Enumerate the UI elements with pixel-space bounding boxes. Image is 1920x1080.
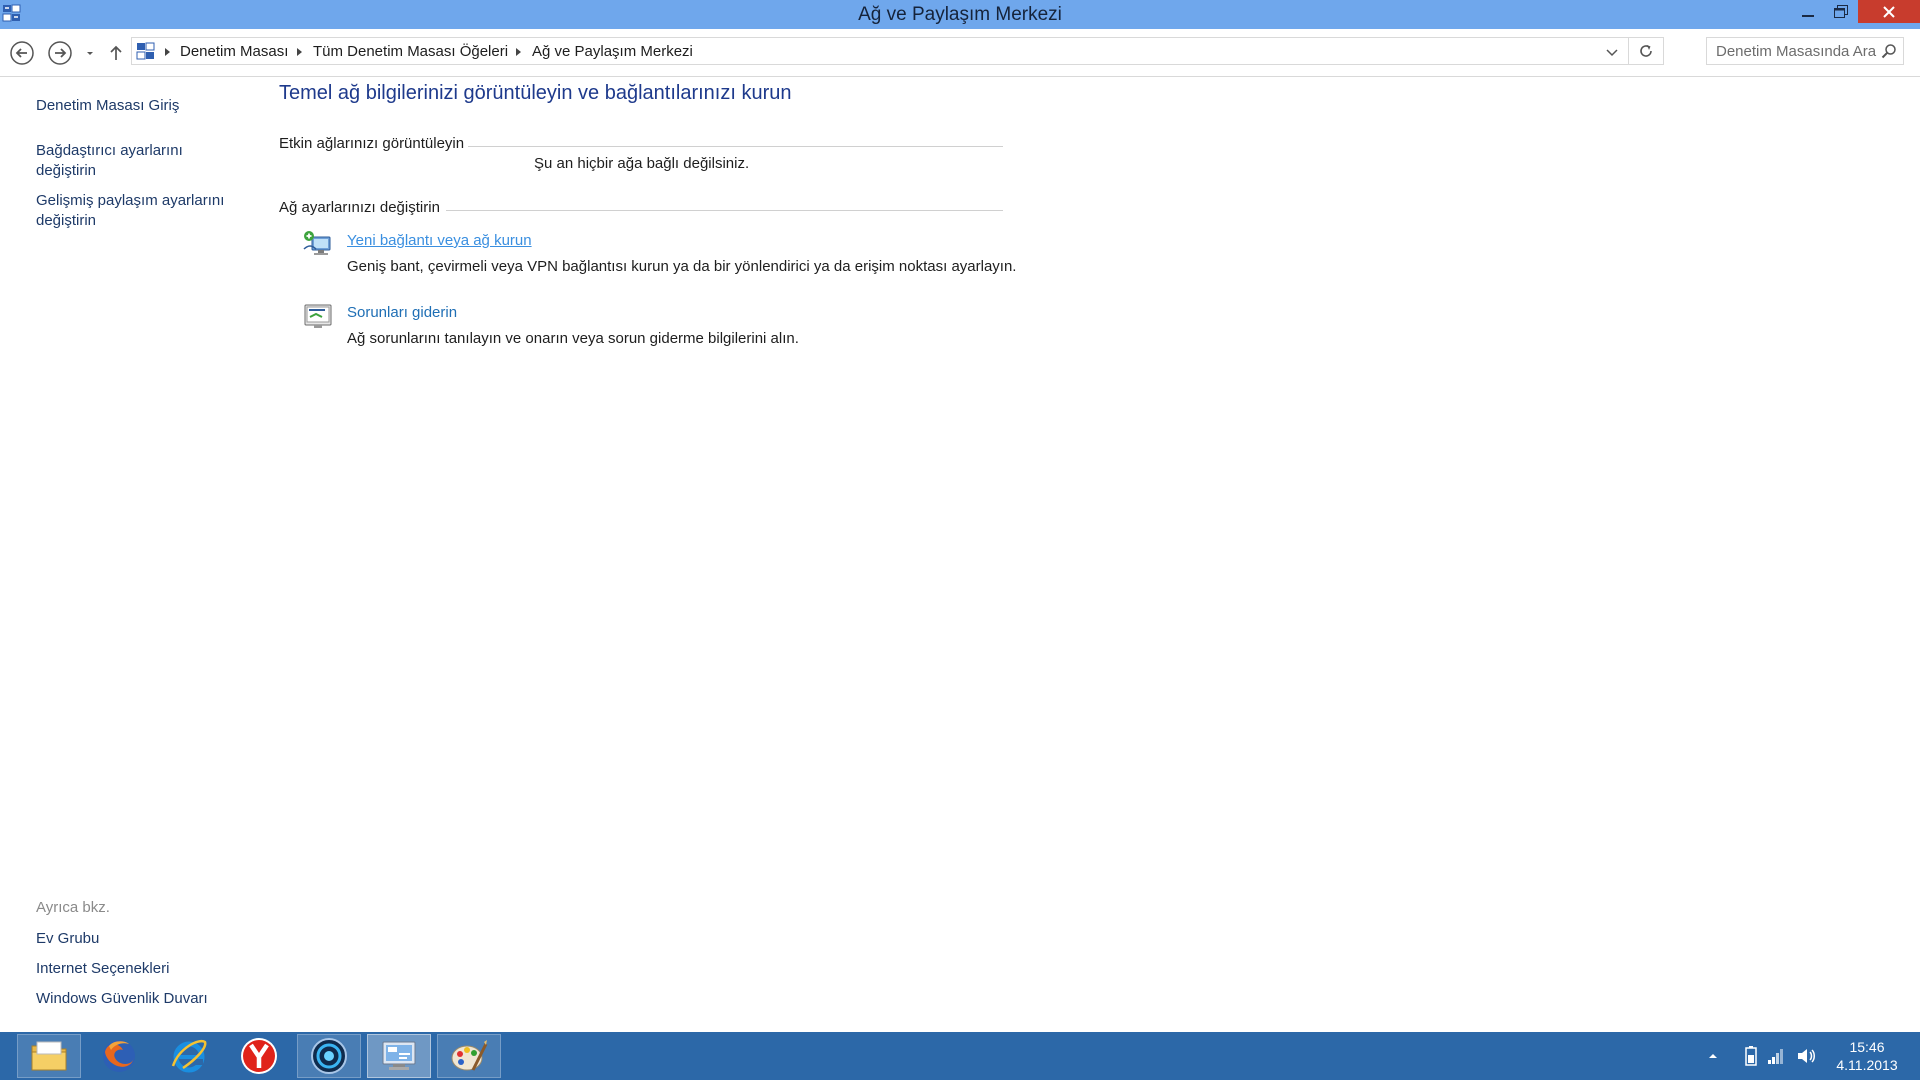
address-history-chevron-icon[interactable]: [1603, 43, 1621, 61]
taskbar-yandex-browser[interactable]: [227, 1034, 291, 1078]
link-line: değiştirin: [36, 212, 97, 229]
troubleshoot-problems-description: Ağ sorunlarını tanılayın ve onarın veya …: [347, 330, 799, 347]
link-line: Bağdaştırıcı ayarlarını: [36, 142, 183, 159]
taskbar: 15:46 4.11.2013: [0, 1032, 1920, 1080]
control-panel-icon: [382, 1041, 416, 1070]
back-button[interactable]: [8, 39, 36, 67]
refresh-button[interactable]: [1628, 38, 1663, 64]
link-line: Gelişmiş paylaşım ayarlarını: [36, 192, 225, 209]
forward-button[interactable]: [46, 39, 74, 67]
breadcrumb-separator-icon[interactable]: [516, 48, 521, 56]
breadcrumb-separator-icon[interactable]: [297, 48, 302, 56]
breadcrumb-control-panel[interactable]: Denetim Masası: [180, 43, 288, 60]
up-arrow-icon: [110, 45, 122, 60]
minimize-button[interactable]: [1793, 0, 1823, 23]
search-box[interactable]: Denetim Masasında Ara: [1706, 37, 1904, 65]
taskbar-internet-explorer[interactable]: [157, 1034, 221, 1078]
internet-explorer-icon: [171, 1039, 207, 1073]
close-icon: [1883, 5, 1895, 18]
restore-icon: [1834, 4, 1848, 18]
taskbar-media-player[interactable]: [297, 1034, 361, 1078]
yandex-browser-icon: [241, 1038, 277, 1074]
left-navigation-pane: Denetim Masası Giriş Bağdaştırıcı ayarla…: [0, 77, 250, 1032]
forward-arrow-icon: [48, 41, 72, 65]
clock-date: 4.11.2013: [1836, 1057, 1898, 1073]
refresh-icon: [1640, 45, 1652, 57]
volume-icon: [1798, 1049, 1815, 1063]
breadcrumb-network-sharing-center[interactable]: Ağ ve Paylaşım Merkezi: [532, 43, 693, 60]
network-setup-icon: [303, 231, 331, 255]
system-clock[interactable]: 15:46 4.11.2013: [1822, 1038, 1912, 1074]
up-button[interactable]: [103, 39, 129, 67]
network-icon: [1768, 1049, 1783, 1064]
change-advanced-sharing-link[interactable]: Gelişmiş paylaşım ayarlarını değiştirin: [36, 191, 224, 231]
navigation-bar: Denetim Masası Tüm Denetim Masası Öğeler…: [0, 29, 1920, 77]
address-bar[interactable]: Denetim Masası Tüm Denetim Masası Öğeler…: [131, 37, 1664, 65]
title-bar: Ağ ve Paylaşım Merkezi: [0, 0, 1920, 29]
show-hidden-icons-icon: [1709, 1054, 1717, 1058]
breadcrumb-all-items[interactable]: Tüm Denetim Masası Öğeleri: [313, 43, 508, 60]
clock-time: 15:46: [1849, 1039, 1885, 1055]
window-title: Ağ ve Paylaşım Merkezi: [858, 4, 1062, 25]
minimize-icon: [1802, 14, 1814, 17]
taskbar-control-panel[interactable]: [367, 1034, 431, 1078]
homegroup-link[interactable]: Ev Grubu: [36, 929, 99, 949]
active-networks-heading: Etkin ağlarınızı görüntüleyin: [279, 135, 465, 152]
taskbar-paint[interactable]: [437, 1034, 501, 1078]
page-title: Temel ağ bilgilerinizi görüntüleyin ve b…: [279, 82, 792, 104]
file-explorer-icon: [31, 1041, 67, 1071]
taskbar-firefox[interactable]: [87, 1034, 151, 1078]
control-panel-home-link[interactable]: Denetim Masası Giriş: [36, 96, 179, 116]
section-divider: [468, 146, 1003, 147]
maximize-button[interactable]: [1826, 0, 1856, 23]
back-arrow-icon: [10, 41, 34, 65]
chevron-down-icon: [87, 52, 93, 55]
close-button[interactable]: [1858, 0, 1920, 23]
breadcrumb-separator-icon[interactable]: [165, 48, 170, 56]
change-adapter-settings-link[interactable]: Bağdaştırıcı ayarlarını değiştirin: [36, 141, 183, 181]
troubleshoot-problems-link[interactable]: Sorunları giderin: [347, 304, 457, 321]
control-panel-icon: [136, 42, 155, 60]
firefox-icon: [103, 1040, 135, 1072]
change-network-settings-heading: Ağ ayarlarınızı değiştirin: [279, 199, 440, 216]
internet-options-link[interactable]: Internet Seçenekleri: [36, 959, 169, 979]
show-hidden-icons-button[interactable]: [1706, 1032, 1720, 1080]
troubleshoot-icon: [304, 304, 332, 328]
setup-new-connection-description: Geniş bant, çevirmeli veya VPN bağlantıs…: [347, 258, 1017, 275]
media-player-icon: [311, 1038, 347, 1074]
recent-locations-button[interactable]: [82, 39, 98, 67]
see-also-heading: Ayrıca bkz.: [36, 899, 110, 916]
windows-firewall-link[interactable]: Windows Güvenlik Duvarı: [36, 989, 208, 1009]
paint-icon: [451, 1040, 488, 1071]
taskbar-file-explorer[interactable]: [17, 1034, 81, 1078]
battery-tray-button[interactable]: [1741, 1032, 1761, 1080]
link-line: değiştirin: [36, 162, 97, 179]
volume-tray-button[interactable]: [1795, 1032, 1817, 1080]
no-network-status: Şu an hiçbir ağa bağlı değilsiniz.: [534, 155, 750, 172]
search-placeholder: Denetim Masasında Ara: [1716, 43, 1877, 60]
search-icon[interactable]: [1881, 43, 1897, 59]
setup-new-connection-link[interactable]: Yeni bağlantı veya ağ kurun: [347, 232, 532, 249]
battery-icon: [1745, 1046, 1757, 1066]
network-tray-button[interactable]: [1765, 1032, 1787, 1080]
section-divider: [446, 210, 1003, 211]
